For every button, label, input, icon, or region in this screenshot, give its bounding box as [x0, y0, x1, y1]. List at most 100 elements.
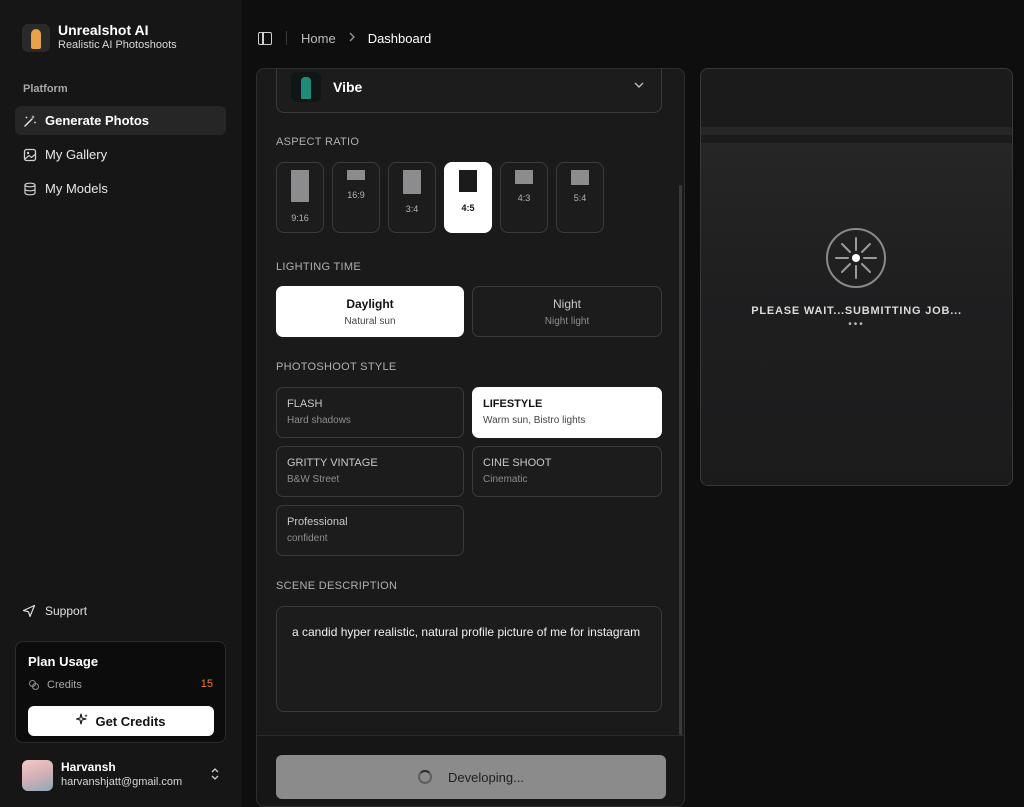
develop-label: Developing... [448, 769, 524, 785]
ratio-option-4-5[interactable]: 4:5 [444, 162, 492, 233]
chevron-right-icon [348, 31, 356, 45]
ratio-shape [571, 170, 589, 185]
main-content: Home Dashboard Vibe ASPECT RATIO 9:16 16… [242, 8, 1024, 807]
ratio-shape [291, 170, 309, 202]
get-credits-button[interactable]: Get Credits [28, 706, 214, 736]
sidebar-nav: Generate Photos My Gallery My Models [15, 106, 226, 208]
option-subtitle: Warm sun, Bistro lights [483, 415, 586, 426]
option-title: FLASH [287, 398, 323, 410]
spinner-icon [418, 770, 433, 784]
vibe-thumbnail [291, 72, 321, 102]
credits-count: 15 [200, 678, 213, 690]
credits-label: Credits [47, 679, 82, 691]
ratio-label: 5:4 [573, 193, 587, 203]
option-subtitle: Natural sun [344, 316, 396, 327]
wand-icon [23, 114, 37, 128]
ratio-option-3-4[interactable]: 3:4 [388, 162, 436, 233]
ratio-option-5-4[interactable]: 5:4 [556, 162, 604, 233]
plan-title: Plan Usage [28, 654, 99, 669]
ratio-label: 3:4 [405, 204, 419, 214]
send-icon [22, 604, 36, 618]
ratio-option-4-3[interactable]: 4:3 [500, 162, 548, 233]
preview-band [701, 127, 1012, 135]
option-subtitle: Cinematic [483, 474, 528, 485]
lighting-option-night[interactable]: Night Night light [472, 286, 662, 337]
user-menu[interactable]: Harvansh harvanshjatt@gmail.com [22, 758, 222, 792]
option-title: Professional [287, 516, 348, 528]
sidebar-toggle-icon[interactable] [258, 31, 272, 45]
divider [286, 31, 287, 45]
generate-form: Vibe ASPECT RATIO 9:16 16:9 3:4 4:5 4:3 … [256, 68, 685, 807]
sidebar: Unrealshot AI Realistic AI Photoshoots P… [0, 0, 242, 807]
aperture-loader-icon [826, 228, 886, 288]
brand[interactable]: Unrealshot AI Realistic AI Photoshoots [22, 22, 177, 53]
chevrons-up-down-icon [210, 767, 220, 783]
ratio-shape [515, 170, 533, 184]
style-option-professional[interactable]: Professional confident [276, 505, 464, 556]
database-icon [23, 182, 37, 196]
ratio-label: 4:3 [517, 193, 531, 203]
form-footer: Developing... [257, 735, 684, 806]
aspect-ratio-label: ASPECT RATIO [276, 136, 360, 148]
style-option-lifestyle[interactable]: LIFESTYLE Warm sun, Bistro lights [472, 387, 662, 438]
option-subtitle: Night light [544, 316, 590, 327]
option-title: GRITTY VINTAGE [287, 457, 378, 469]
avatar [22, 759, 53, 791]
chevron-down-icon [633, 78, 645, 92]
support-link[interactable]: Support [22, 604, 87, 618]
sidebar-item-label: My Gallery [45, 147, 108, 162]
option-title: Daylight [346, 297, 394, 311]
plan-usage-card: Plan Usage Credits 15 Get Credits [15, 641, 226, 743]
sidebar-item-my-gallery[interactable]: My Gallery [15, 140, 226, 169]
form-scrollbar[interactable] [679, 185, 682, 735]
lighting-option-daylight[interactable]: Daylight Natural sun [276, 286, 464, 337]
breadcrumb-home[interactable]: Home [301, 31, 336, 46]
option-subtitle: confident [287, 533, 328, 544]
vibe-select[interactable]: Vibe [276, 69, 662, 113]
option-title: LIFESTYLE [483, 398, 543, 410]
style-option-gritty-vintage[interactable]: GRITTY VINTAGE B&W Street [276, 446, 464, 497]
sidebar-item-my-models[interactable]: My Models [15, 174, 226, 203]
ratio-shape [459, 170, 477, 192]
app-name: Unrealshot AI [58, 22, 149, 38]
scene-description-label: SCENE DESCRIPTION [276, 580, 398, 592]
ratio-label: 4:5 [461, 203, 475, 213]
user-name: Harvansh [61, 760, 116, 774]
ratio-label: 9:16 [291, 213, 309, 223]
app-logo [22, 23, 50, 52]
top-bar: Home Dashboard [258, 29, 431, 47]
ratio-option-9-16[interactable]: 9:16 [276, 162, 324, 233]
scene-description-input[interactable]: a candid hyper realistic, natural profil… [276, 606, 662, 712]
vibe-label: Vibe [333, 79, 363, 95]
sidebar-item-generate-photos[interactable]: Generate Photos [15, 106, 226, 135]
ratio-shape [347, 170, 365, 180]
aspect-ratio-options: 9:16 16:9 3:4 4:5 4:3 5:4 [276, 162, 612, 233]
option-title: Night [552, 297, 581, 311]
ratio-shape [403, 170, 421, 194]
sidebar-item-label: My Models [45, 181, 108, 196]
get-credits-label: Get Credits [95, 713, 166, 729]
sidebar-item-label: Generate Photos [45, 113, 150, 128]
photoshoot-style-label: PHOTOSHOOT STYLE [276, 361, 397, 373]
status-text: PLEASE WAIT...SUBMITTING JOB... [751, 305, 962, 317]
loading-dots: ••• [848, 319, 865, 330]
option-subtitle: B&W Street [287, 474, 340, 485]
sparkles-icon [76, 713, 89, 729]
support-label: Support [45, 604, 88, 618]
sidebar-section-label: Platform [23, 83, 68, 95]
preview-panel: PLEASE WAIT...SUBMITTING JOB... ••• [700, 68, 1013, 486]
option-title: CINE SHOOT [483, 457, 552, 469]
develop-button[interactable]: Developing... [276, 755, 666, 799]
coins-icon [28, 678, 40, 692]
app-tagline: Realistic AI Photoshoots [58, 39, 177, 51]
style-option-cine-shoot[interactable]: CINE SHOOT Cinematic [472, 446, 662, 497]
ratio-label: 16:9 [347, 190, 365, 200]
user-email: harvanshjatt@gmail.com [61, 776, 183, 788]
breadcrumb-current: Dashboard [367, 30, 432, 46]
lighting-label: LIGHTING TIME [276, 261, 361, 273]
credits-row: Credits [28, 678, 82, 692]
image-icon [23, 148, 37, 162]
option-subtitle: Hard shadows [287, 415, 351, 426]
style-option-flash[interactable]: FLASH Hard shadows [276, 387, 464, 438]
ratio-option-16-9[interactable]: 16:9 [332, 162, 380, 233]
